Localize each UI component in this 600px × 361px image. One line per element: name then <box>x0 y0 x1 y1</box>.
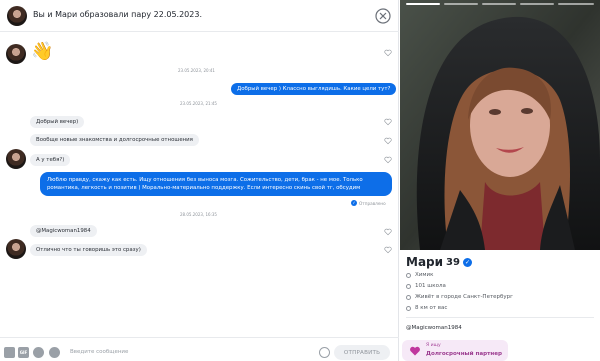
incoming-message[interactable]: Вообще новые знакомства и долгосрочные о… <box>30 134 199 146</box>
message-timestamp: 23.05.2023, 21:45 <box>180 101 217 106</box>
profile-school-label: 101 школа <box>415 283 446 289</box>
profile-bio: @Magicwoman1984 <box>406 325 462 331</box>
profile-panel: Мари 39 ✓ Химик 101 школа Живёт в городе… <box>400 0 600 361</box>
heart-icon[interactable] <box>384 228 392 236</box>
profile-job-label: Химик <box>415 272 434 278</box>
profile-name-row: Мари 39 ✓ <box>406 255 472 269</box>
incoming-message[interactable]: А у тебя?) <box>30 154 71 166</box>
outgoing-message[interactable]: Добрый вечер ) Классно выглядишь. Какие … <box>231 83 397 95</box>
photo-progress-segment <box>558 3 594 5</box>
heart-icon[interactable] <box>384 118 392 126</box>
profile-age: 39 <box>446 256 460 268</box>
job-icon <box>406 272 411 278</box>
photo-progress-segment <box>520 3 554 5</box>
profile-photo-image <box>400 0 600 250</box>
send-button[interactable]: ОТПРАВИТЬ <box>334 345 390 360</box>
profile-distance-label: 8 км от вас <box>415 305 448 311</box>
divider <box>406 317 594 318</box>
chat-title: Вы и Мари образовали пару 22.05.2023. <box>33 10 202 19</box>
photo-progress-segment <box>482 3 516 5</box>
profile-job: Химик <box>406 272 433 278</box>
message-input[interactable] <box>70 345 310 359</box>
location-icon <box>406 305 411 311</box>
music-icon[interactable] <box>33 347 44 358</box>
chat-panel: Вы и Мари образовали пару 22.05.2023. 👋 … <box>0 0 399 361</box>
sender-avatar[interactable] <box>6 44 26 64</box>
school-icon <box>406 283 411 289</box>
photo-progress-segment <box>406 3 440 5</box>
verified-badge-icon: ✓ <box>462 257 472 267</box>
emoji-panel-icon[interactable] <box>49 347 60 358</box>
profile-school: 101 школа <box>406 283 446 289</box>
sticker-icon[interactable] <box>4 347 15 358</box>
sent-status: ✓ Отправлено <box>351 200 386 206</box>
incoming-message[interactable]: Добрый вечер) <box>30 116 85 128</box>
wave-emoji-message: 👋 <box>31 41 54 62</box>
profile-photo[interactable] <box>400 0 600 250</box>
sent-status-label: Отправлено <box>359 200 386 206</box>
check-icon: ✓ <box>351 200 357 206</box>
message-composer: GIF ОТПРАВИТЬ <box>0 337 399 361</box>
profile-distance: 8 км от вас <box>406 305 447 311</box>
incoming-message[interactable]: @Magicwoman1984 <box>30 225 97 237</box>
gif-button[interactable]: GIF <box>18 347 29 358</box>
sender-avatar[interactable] <box>6 149 26 169</box>
seeking-label: Я ищу <box>426 343 441 348</box>
photo-progress-segment <box>444 3 478 5</box>
profile-name: Мари <box>406 255 444 269</box>
heart-icon <box>410 346 420 356</box>
heart-icon[interactable] <box>384 156 392 164</box>
close-icon[interactable] <box>375 8 391 24</box>
app-window: Вы и Мари образовали пару 22.05.2023. 👋 … <box>0 0 600 361</box>
profile-city: Живёт в городе Санкт-Петербург <box>406 294 513 300</box>
match-avatar[interactable] <box>7 6 27 26</box>
message-timestamp: 23.05.2023, 20:41 <box>178 68 215 73</box>
seeking-badge: Я ищу Долгосрочный партнер <box>402 340 508 361</box>
heart-icon[interactable] <box>384 49 392 57</box>
chat-header: Вы и Мари образовали пару 22.05.2023. <box>0 0 399 32</box>
profile-city-label: Живёт в городе Санкт-Петербург <box>415 294 514 300</box>
heart-icon[interactable] <box>384 246 392 254</box>
sender-avatar[interactable] <box>6 239 26 259</box>
home-icon <box>406 294 411 300</box>
seeking-value: Долгосрочный партнер <box>426 351 503 357</box>
heart-icon[interactable] <box>384 137 392 145</box>
smile-icon[interactable] <box>319 347 330 358</box>
outgoing-message[interactable]: Люблю правду, скажу как есть. Ищу отноше… <box>40 172 392 196</box>
incoming-message[interactable]: Отлично что ты говоришь это сразу) <box>30 244 147 256</box>
message-timestamp: 28.05.2023, 16:35 <box>180 212 217 217</box>
